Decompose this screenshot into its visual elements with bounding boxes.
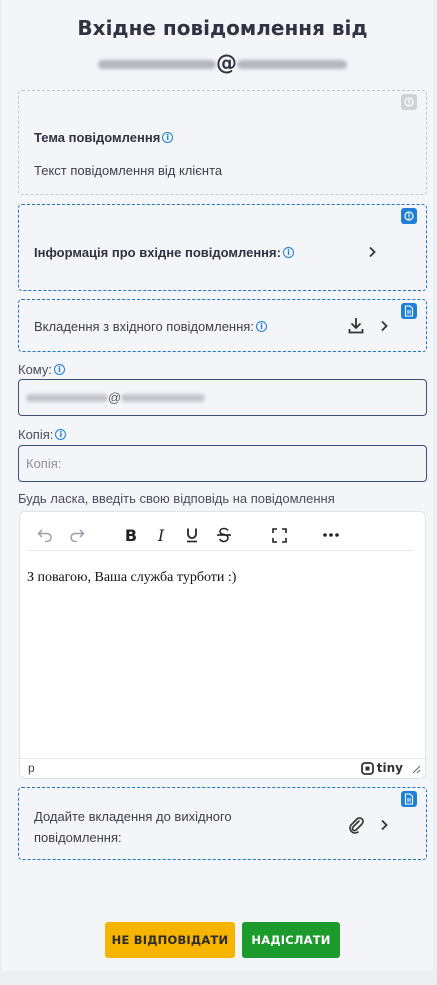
italic-icon[interactable]: I bbox=[150, 524, 172, 546]
outgoing-attachments-label-line1: Додайте вкладення до вихідного bbox=[34, 809, 232, 824]
paperclip-icon[interactable] bbox=[348, 816, 364, 834]
sender-email-local-blurred bbox=[98, 60, 216, 69]
download-icon[interactable] bbox=[348, 317, 364, 334]
info-icon bbox=[401, 208, 417, 224]
reply-editor[interactable]: B I З повагою, Ваша служба турботи :) p … bbox=[19, 511, 426, 779]
chevron-right-icon[interactable] bbox=[379, 819, 389, 831]
fullscreen-icon[interactable] bbox=[268, 524, 290, 546]
cc-field-label-row: Копія: i bbox=[18, 427, 67, 442]
cc-field[interactable]: Копія: bbox=[18, 445, 427, 482]
tiny-brand-label: tiny bbox=[376, 761, 403, 775]
message-subject-label: Тема повідомлення bbox=[34, 130, 161, 145]
info-icon[interactable]: i bbox=[282, 247, 294, 258]
resize-handle-icon[interactable] bbox=[412, 765, 421, 774]
send-button[interactable]: НАДІСЛАТИ bbox=[242, 922, 340, 958]
info-icon bbox=[401, 94, 417, 110]
cc-field-placeholder: Копія: bbox=[26, 456, 62, 471]
redo-icon[interactable] bbox=[66, 524, 88, 546]
incoming-attachments-card[interactable]: Вкладення з вхідного повідомлення: i bbox=[18, 299, 427, 352]
incoming-attachments-title: Вкладення з вхідного повідомлення: i bbox=[34, 319, 267, 334]
undo-icon[interactable] bbox=[34, 524, 56, 546]
editor-toolbar: B I bbox=[20, 512, 425, 555]
editor-content[interactable]: З повагою, Ваша служба турботи :) bbox=[27, 570, 236, 586]
file-icon bbox=[401, 303, 417, 319]
info-icon[interactable]: i bbox=[162, 132, 174, 143]
cc-field-label: Копія: bbox=[18, 427, 54, 442]
page-title: Вхідне повідомлення від bbox=[77, 16, 368, 40]
incoming-attachments-label: Вкладення з вхідного повідомлення: bbox=[34, 319, 254, 334]
incoming-message-card: Тема повідомлення i Текст повідомлення ві… bbox=[18, 90, 427, 195]
outgoing-attachments-label-line2: повідомлення: bbox=[34, 830, 122, 845]
editor-statusbar: p tiny bbox=[20, 758, 425, 778]
outgoing-attachments-title: Додайте вкладення до вихідного повідомле… bbox=[34, 806, 232, 848]
to-field-label: Кому: bbox=[18, 362, 52, 377]
underline-icon[interactable] bbox=[181, 524, 203, 546]
incoming-info-card[interactable]: Інформація про вхідне повідомлення: i bbox=[18, 204, 427, 291]
reply-page: Вхідне повідомлення від @ Тема повідомле… bbox=[2, 0, 433, 971]
incoming-info-label: Інформація про вхідне повідомлення: bbox=[34, 245, 281, 260]
tiny-logo-icon bbox=[360, 761, 374, 775]
file-icon bbox=[401, 791, 417, 807]
chevron-right-icon[interactable] bbox=[367, 246, 377, 258]
to-field-label-row: Кому: i bbox=[18, 362, 65, 377]
message-body: Текст повідомлення від клієнта bbox=[34, 163, 223, 178]
to-email-domain-blurred bbox=[121, 393, 206, 402]
to-field[interactable]: @ bbox=[18, 379, 427, 416]
info-icon[interactable]: i bbox=[55, 429, 67, 440]
info-icon[interactable]: i bbox=[255, 321, 267, 332]
incoming-info-title: Інформація про вхідне повідомлення: i bbox=[34, 245, 294, 260]
tiny-brand[interactable]: tiny bbox=[360, 761, 403, 775]
element-path[interactable]: p bbox=[28, 761, 35, 775]
chevron-right-icon[interactable] bbox=[379, 320, 389, 332]
no-reply-button[interactable]: НЕ ВІДПОВІДАТИ bbox=[105, 922, 235, 958]
to-email-at: @ bbox=[108, 390, 122, 405]
to-email-local-blurred bbox=[26, 393, 108, 402]
info-icon[interactable]: i bbox=[54, 364, 65, 375]
message-subject: Тема повідомлення i bbox=[34, 130, 174, 145]
sender-email-at: @ bbox=[216, 51, 237, 75]
sender-email: @ bbox=[2, 51, 437, 75]
toolbar-divider bbox=[28, 550, 413, 551]
sender-email-domain-blurred bbox=[237, 60, 347, 69]
reply-prompt: Будь ласка, введіть свою відповідь на по… bbox=[18, 491, 335, 506]
outgoing-attachments-card[interactable]: Додайте вкладення до вихідного повідомле… bbox=[18, 787, 427, 860]
strikethrough-icon[interactable] bbox=[213, 524, 235, 546]
bold-icon[interactable]: B bbox=[120, 524, 142, 546]
more-icon[interactable] bbox=[320, 524, 342, 546]
